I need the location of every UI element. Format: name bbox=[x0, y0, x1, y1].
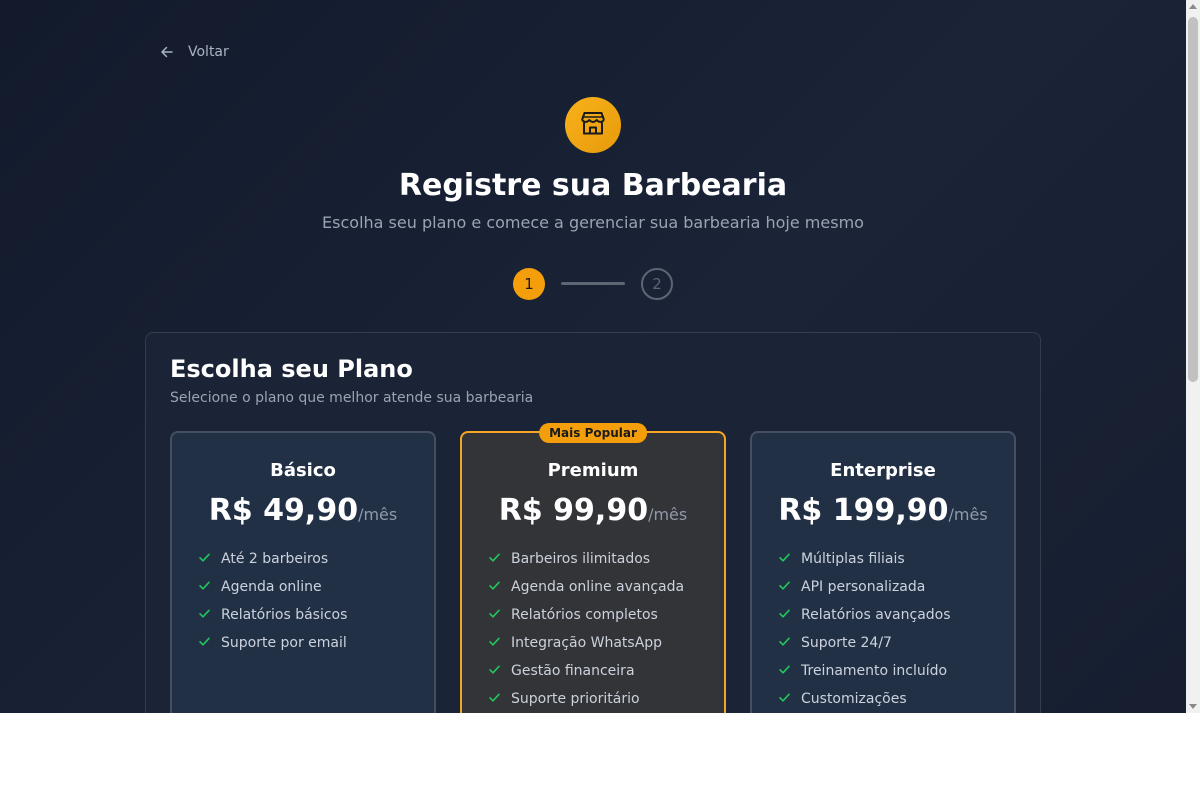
check-icon bbox=[488, 663, 501, 680]
feature-label: Relatórios avançados bbox=[801, 607, 951, 623]
feature-item: Relatórios básicos bbox=[198, 601, 347, 629]
feature-label: Relatórios completos bbox=[511, 607, 658, 623]
plan-selection-panel: Escolha seu Plano Selecione o plano que … bbox=[145, 332, 1041, 713]
feature-item: Suporte 24/7 bbox=[778, 629, 951, 657]
scroll-up-arrow-icon[interactable] bbox=[1189, 4, 1197, 9]
feature-item: Relatórios completos bbox=[488, 601, 684, 629]
feature-item: API personalizada bbox=[778, 573, 951, 601]
feature-item: Barbeiros ilimitados bbox=[488, 545, 684, 573]
store-icon bbox=[578, 108, 608, 142]
feature-item: Treinamento incluído bbox=[778, 657, 951, 685]
feature-label: Treinamento incluído bbox=[801, 663, 948, 679]
step-indicator-1: 1 bbox=[513, 268, 545, 300]
check-icon bbox=[778, 635, 791, 652]
check-icon bbox=[778, 663, 791, 680]
feature-list: Múltiplas filiais API personalizada Rela… bbox=[778, 545, 951, 713]
check-icon bbox=[198, 579, 211, 596]
check-icon bbox=[488, 551, 501, 568]
check-icon bbox=[488, 635, 501, 652]
price-amount: R$ 199,90 bbox=[778, 493, 949, 528]
feature-label: Suporte 24/7 bbox=[801, 635, 892, 651]
feature-label: Integração WhatsApp bbox=[511, 635, 663, 651]
feature-item: Gestão financeira bbox=[488, 657, 684, 685]
check-icon bbox=[198, 607, 211, 624]
page-subtitle: Escolha seu plano e comece a gerenciar s… bbox=[322, 213, 864, 232]
check-icon bbox=[488, 579, 501, 596]
price-amount: R$ 49,90 bbox=[208, 493, 359, 528]
check-icon bbox=[488, 607, 501, 624]
plans-title: Escolha seu Plano bbox=[170, 355, 413, 383]
feature-label: Barbeiros ilimitados bbox=[511, 551, 651, 567]
check-icon bbox=[778, 607, 791, 624]
feature-label: Suporte por email bbox=[221, 635, 347, 651]
vertical-scrollbar[interactable] bbox=[1186, 0, 1200, 713]
page-viewport: Voltar Registre sua Barbearia Escolha se… bbox=[0, 0, 1186, 713]
feature-item: Customizações bbox=[778, 685, 951, 713]
feature-item: Suporte prioritário bbox=[488, 685, 684, 713]
plan-card-basico[interactable]: Básico R$ 49,90/mês Até 2 barbeiros Agen… bbox=[170, 431, 436, 713]
scrollbar-thumb[interactable] bbox=[1188, 17, 1198, 382]
back-button[interactable]: Voltar bbox=[160, 40, 229, 64]
back-label: Voltar bbox=[188, 44, 229, 60]
step-indicator-2: 2 bbox=[641, 268, 673, 300]
feature-label: Gestão financeira bbox=[511, 663, 635, 679]
plan-card-premium[interactable]: Mais Popular Premium R$ 99,90/mês Barbei… bbox=[460, 423, 726, 713]
feature-label: Múltiplas filiais bbox=[801, 551, 905, 567]
popular-badge: Mais Popular bbox=[539, 423, 647, 443]
check-icon bbox=[778, 579, 791, 596]
feature-label: Até 2 barbeiros bbox=[221, 551, 329, 567]
arrow-left-icon bbox=[160, 45, 174, 59]
feature-list: Até 2 barbeiros Agenda online Relatórios… bbox=[198, 545, 347, 657]
check-icon bbox=[778, 691, 791, 708]
check-icon bbox=[488, 691, 501, 708]
check-icon bbox=[198, 551, 211, 568]
plan-name: Premium bbox=[547, 460, 639, 481]
feature-item: Relatórios avançados bbox=[778, 601, 951, 629]
check-icon bbox=[198, 635, 211, 652]
feature-label: Suporte prioritário bbox=[511, 691, 640, 707]
feature-item: Agenda online avançada bbox=[488, 573, 684, 601]
logo bbox=[565, 97, 621, 153]
price-period: /mês bbox=[358, 505, 398, 524]
step-connector bbox=[561, 282, 625, 285]
feature-label: Agenda online bbox=[221, 579, 322, 595]
page-title: Registre sua Barbearia bbox=[398, 168, 788, 203]
price-period: /mês bbox=[948, 505, 988, 524]
feature-label: Customizações bbox=[801, 691, 907, 707]
plan-name: Enterprise bbox=[830, 460, 936, 481]
plan-card-enterprise[interactable]: Enterprise R$ 199,90/mês Múltiplas filia… bbox=[750, 431, 1016, 713]
price-period: /mês bbox=[648, 505, 688, 524]
plan-price: R$ 99,90/mês bbox=[462, 493, 724, 528]
plans-subtitle: Selecione o plano que melhor atende sua … bbox=[170, 390, 534, 406]
feature-item: Agenda online bbox=[198, 573, 347, 601]
plan-name: Básico bbox=[270, 460, 336, 481]
feature-item: Suporte por email bbox=[198, 629, 347, 657]
feature-item: Integração WhatsApp bbox=[488, 629, 684, 657]
feature-label: Agenda online avançada bbox=[511, 579, 685, 595]
feature-label: API personalizada bbox=[801, 579, 926, 595]
price-amount: R$ 99,90 bbox=[498, 493, 649, 528]
feature-label: Relatórios básicos bbox=[221, 607, 348, 623]
feature-item: Múltiplas filiais bbox=[778, 545, 951, 573]
check-icon bbox=[778, 551, 791, 568]
feature-item: Até 2 barbeiros bbox=[198, 545, 347, 573]
plan-price: R$ 49,90/mês bbox=[172, 493, 434, 528]
plan-price: R$ 199,90/mês bbox=[752, 493, 1014, 528]
scroll-down-arrow-icon[interactable] bbox=[1189, 704, 1197, 709]
feature-list: Barbeiros ilimitados Agenda online avanç… bbox=[488, 545, 684, 713]
